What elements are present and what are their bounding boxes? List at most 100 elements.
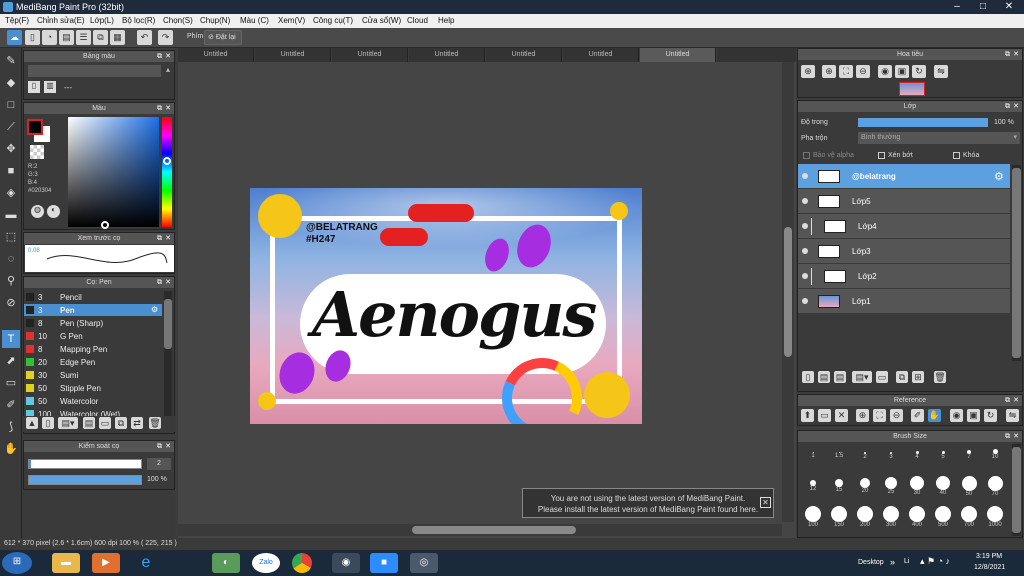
menu-snap[interactable]: Chụp(N) [200, 16, 230, 25]
lasso-tool-icon[interactable]: ◌ [2, 250, 20, 268]
zalo-icon[interactable]: Zalo [252, 553, 280, 573]
media-player-icon[interactable]: ▶ [92, 553, 120, 573]
file-explorer-icon[interactable]: ▬ [52, 553, 80, 573]
ref-fit-icon[interactable]: ⛶ [873, 409, 886, 422]
ref-fit-screen-icon[interactable]: ▣ [967, 409, 980, 422]
brush-settings-icon[interactable]: ⚙ [151, 305, 158, 314]
clock-date[interactable]: 12/8/2021 [974, 564, 1005, 571]
lock-checkbox[interactable] [953, 152, 960, 159]
visibility-icon[interactable] [802, 173, 808, 179]
minimize-button[interactable]: – [944, 0, 970, 14]
brush-sync-icon[interactable]: ⇄ [131, 417, 143, 429]
new-layer-2-icon[interactable]: ▤ [818, 371, 830, 383]
brush-item-watercolor[interactable]: 50 Watercolor [24, 395, 162, 407]
palette-selector[interactable] [28, 65, 161, 77]
size-25[interactable]: 25 [878, 475, 904, 501]
brush-opacity-slider[interactable] [28, 475, 142, 485]
size-400[interactable]: 400 [904, 506, 930, 532]
hue-slider[interactable] [162, 117, 172, 227]
select-rect-tool-icon[interactable]: □ [2, 96, 20, 114]
float-icon[interactable]: ⧉ [157, 51, 162, 62]
desktop-label[interactable]: Desktop [858, 559, 884, 566]
layer-opacity-slider[interactable] [858, 118, 988, 127]
size-200[interactable]: 200 [852, 506, 878, 532]
brush-item-pen-sharp[interactable]: 8 Pen (Sharp) [24, 317, 162, 329]
gradient-tool-icon[interactable]: ▬ [2, 206, 20, 224]
artwork-canvas[interactable]: @BELATRANG #H247 Aenogus [250, 188, 642, 424]
float-icon[interactable]: ⧉ [1005, 101, 1010, 112]
tab-untitled-1[interactable]: Untitled [178, 48, 254, 62]
zoom-out-icon[interactable]: ⊖ [856, 65, 870, 78]
ie-icon[interactable]: e [132, 553, 160, 573]
brush-item-pen[interactable]: 3 Pen ⚙ [24, 304, 162, 316]
tab-untitled-7[interactable]: Untitled [640, 48, 716, 62]
rotate-icon[interactable]: ◉ [878, 65, 892, 78]
select-pen-tool-icon[interactable]: ⊘ [2, 294, 20, 312]
rotate-reset-icon[interactable]: ↻ [912, 65, 926, 78]
close-icon[interactable]: ✕ [165, 103, 171, 114]
size-100[interactable]: 100 [800, 506, 826, 532]
close-icon[interactable]: ✕ [165, 277, 171, 288]
page-icon[interactable]: ▤ [59, 30, 74, 45]
layer-row-lop3[interactable]: Lớp3 [798, 239, 1010, 264]
brush-item-sumi[interactable]: 30 Sumi [24, 369, 162, 381]
close-icon[interactable]: ✕ [1013, 49, 1019, 60]
tab-untitled-4[interactable]: Untitled [409, 48, 485, 62]
tab-untitled-3[interactable]: Untitled [332, 48, 408, 62]
fit-icon[interactable]: ⛶ [839, 65, 853, 78]
menu-help[interactable]: Help [438, 16, 454, 25]
size-1-5[interactable]: 1.5 [826, 444, 852, 470]
brush-item-stipple-pen[interactable]: 50 Stipple Pen [24, 382, 162, 394]
ref-rotate-icon[interactable]: ◉ [950, 409, 963, 422]
navigator-thumbnail[interactable] [899, 82, 925, 96]
delete-palette-icon[interactable]: ▥ [44, 81, 56, 93]
size-700[interactable]: 700 [956, 506, 982, 532]
pick-tool-icon[interactable]: ⟆ [2, 418, 20, 436]
copy-icon[interactable]: ⧉ [93, 30, 108, 45]
menu-file[interactable]: Tệp(F) [5, 16, 29, 25]
transparent-color[interactable] [30, 145, 44, 159]
size-2[interactable]: 2 [852, 444, 878, 470]
reset-button[interactable]: ⊘ Đặt lại [204, 30, 242, 45]
visibility-icon[interactable] [802, 223, 808, 229]
brush-item-pencil[interactable]: 3 Pencil [24, 291, 162, 303]
size-20[interactable]: 20 [852, 475, 878, 501]
ref-flip-icon[interactable]: ⇋ [1006, 409, 1019, 422]
list-icon[interactable]: ☰ [76, 30, 91, 45]
divide-tool-icon[interactable]: ▭ [2, 374, 20, 392]
size-150[interactable]: 150 [826, 506, 852, 532]
tab-untitled-2[interactable]: Untitled [255, 48, 331, 62]
medibang-taskbar-icon[interactable]: ◎ [410, 553, 438, 573]
brush-menu-icon[interactable]: ▤▾ [58, 417, 78, 429]
blend-mode-select[interactable]: Bình thường ▾ [858, 132, 1020, 144]
comment-icon[interactable]: ◔ [42, 30, 57, 45]
tab-untitled-5[interactable]: Untitled [486, 48, 562, 62]
brush-item-edge-pen[interactable]: 20 Edge Pen [24, 356, 162, 368]
vertical-scrollbar[interactable] [782, 62, 794, 522]
chevron-icon[interactable]: » [890, 557, 895, 567]
select-tool-icon[interactable]: ⬚ [2, 228, 20, 246]
hand-tool-icon[interactable]: ✋ [2, 440, 20, 458]
menu-edit[interactable]: Chỉnh sửa(E) [37, 16, 85, 25]
size-5[interactable]: 5 [930, 444, 956, 470]
new-file-icon[interactable]: ▯ [25, 30, 40, 45]
maximize-button[interactable]: □ [970, 0, 996, 14]
float-icon[interactable]: ⧉ [157, 441, 162, 452]
hue-slider-handle[interactable] [163, 157, 171, 165]
size-1[interactable]: 1 [800, 444, 826, 470]
layer-row-lop2[interactable]: Lớp2 [798, 264, 1010, 289]
menu-view[interactable]: Xem(V) [278, 16, 305, 25]
protect-alpha-checkbox[interactable] [803, 152, 810, 159]
brush-folder-icon[interactable]: ▭ [99, 417, 111, 429]
palette-scroll-icon[interactable]: ▴ [166, 65, 170, 74]
add-palette-icon[interactable]: ▯ [28, 81, 40, 93]
layer-duplicate-icon[interactable]: ⧉ [896, 371, 908, 383]
text-tool-icon[interactable]: T [2, 330, 20, 348]
fill-rect-tool-icon[interactable]: ■ [2, 162, 20, 180]
menu-tools[interactable]: Công cụ(T) [313, 16, 353, 25]
size-3[interactable]: 3 [878, 444, 904, 470]
paint-icon[interactable]: ◐ [212, 553, 240, 573]
brush-list-scrollbar[interactable] [164, 291, 172, 421]
size-500[interactable]: 500 [930, 506, 956, 532]
grid-icon[interactable]: ▦ [110, 30, 125, 45]
